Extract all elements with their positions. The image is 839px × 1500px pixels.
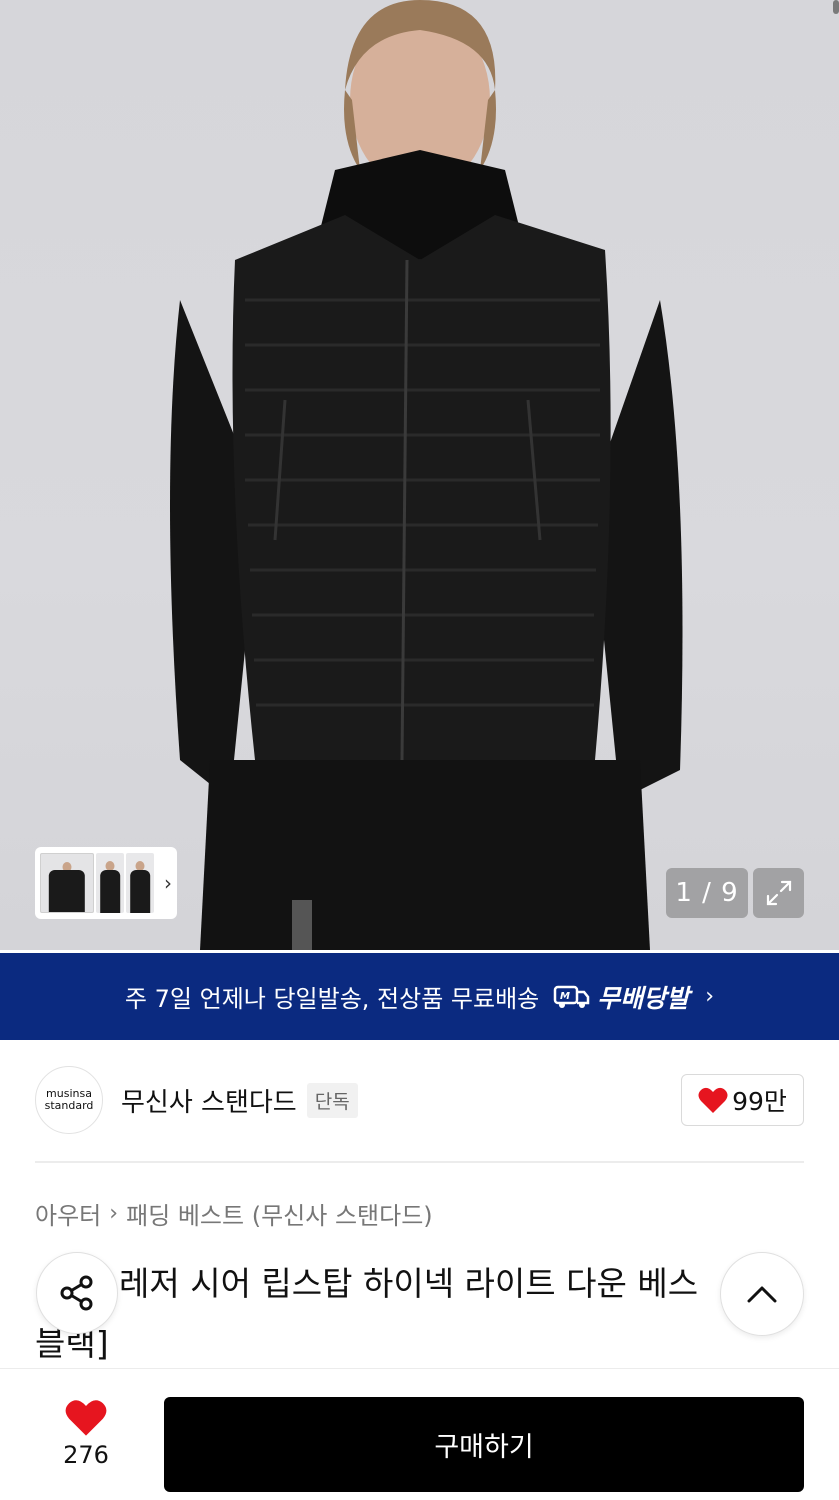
brand-logo[interactable]: musinsa standard bbox=[35, 1066, 103, 1134]
brand-like-button[interactable]: 99만 bbox=[681, 1074, 804, 1126]
brand-logo-line2: standard bbox=[44, 1099, 94, 1112]
thumbnail-3[interactable] bbox=[126, 853, 154, 913]
chevron-right-icon[interactable]: › bbox=[164, 871, 172, 895]
banner-logo-text: 무배당발 bbox=[597, 983, 690, 1013]
chevron-right-icon: › bbox=[109, 1201, 119, 1226]
product-photo bbox=[170, 0, 683, 950]
scroll-indicator bbox=[833, 0, 839, 14]
wish-button[interactable]: 276 bbox=[56, 1399, 116, 1469]
banner-text: 주 7일 언제나 당일발송, 전상품 무료배송 bbox=[124, 985, 540, 1013]
expand-icon[interactable] bbox=[753, 868, 804, 918]
brand-row: musinsa standard 무신사 스탠다드 단독 99만 bbox=[35, 1066, 804, 1134]
heart-icon bbox=[698, 1087, 728, 1113]
divider bbox=[35, 1161, 804, 1163]
product-image[interactable]: › 1 / 9 bbox=[0, 0, 839, 950]
chevron-up-icon bbox=[747, 1286, 777, 1303]
truck-icon: M bbox=[554, 985, 590, 1008]
brand-name[interactable]: 무신사 스탠다드 bbox=[121, 1082, 297, 1119]
breadcrumb-category[interactable]: 아우터 bbox=[35, 1196, 101, 1231]
product-title: 레저 시어 립스탑 하이넥 라이트 다운 베스 블랙] bbox=[35, 1254, 735, 1374]
breadcrumb: 아우터 › 패딩 베스트 (무신사 스탠다드) bbox=[35, 1196, 433, 1231]
breadcrumb-subcategory[interactable]: 패딩 베스트 (무신사 스탠다드) bbox=[126, 1196, 433, 1231]
chevron-right-icon: › bbox=[705, 984, 715, 1009]
heart-icon bbox=[65, 1400, 107, 1436]
bottom-action-bar: 276 구매하기 bbox=[0, 1368, 839, 1500]
thumbnail-strip[interactable]: › bbox=[35, 847, 177, 919]
share-button[interactable] bbox=[36, 1252, 118, 1334]
brand-like-count: 99만 bbox=[732, 1087, 787, 1116]
wish-count: 276 bbox=[63, 1441, 109, 1469]
buy-button[interactable]: 구매하기 bbox=[164, 1397, 804, 1492]
shipping-banner[interactable]: 주 7일 언제나 당일발송, 전상품 무료배송 M 무배당발 › bbox=[0, 953, 839, 1040]
thumbnail-1[interactable] bbox=[40, 853, 94, 913]
image-counter: 1 / 9 bbox=[666, 868, 748, 918]
scroll-top-button[interactable] bbox=[720, 1252, 804, 1336]
share-icon bbox=[60, 1275, 93, 1311]
exclusive-badge: 단독 bbox=[306, 1082, 358, 1118]
thumbnail-2[interactable] bbox=[96, 853, 124, 913]
svg-text:M: M bbox=[560, 991, 570, 1002]
product-title-line1: 레저 시어 립스탑 하이넥 라이트 다운 베스 bbox=[119, 1264, 699, 1303]
banner-logo: M 무배당발 bbox=[553, 979, 689, 1015]
